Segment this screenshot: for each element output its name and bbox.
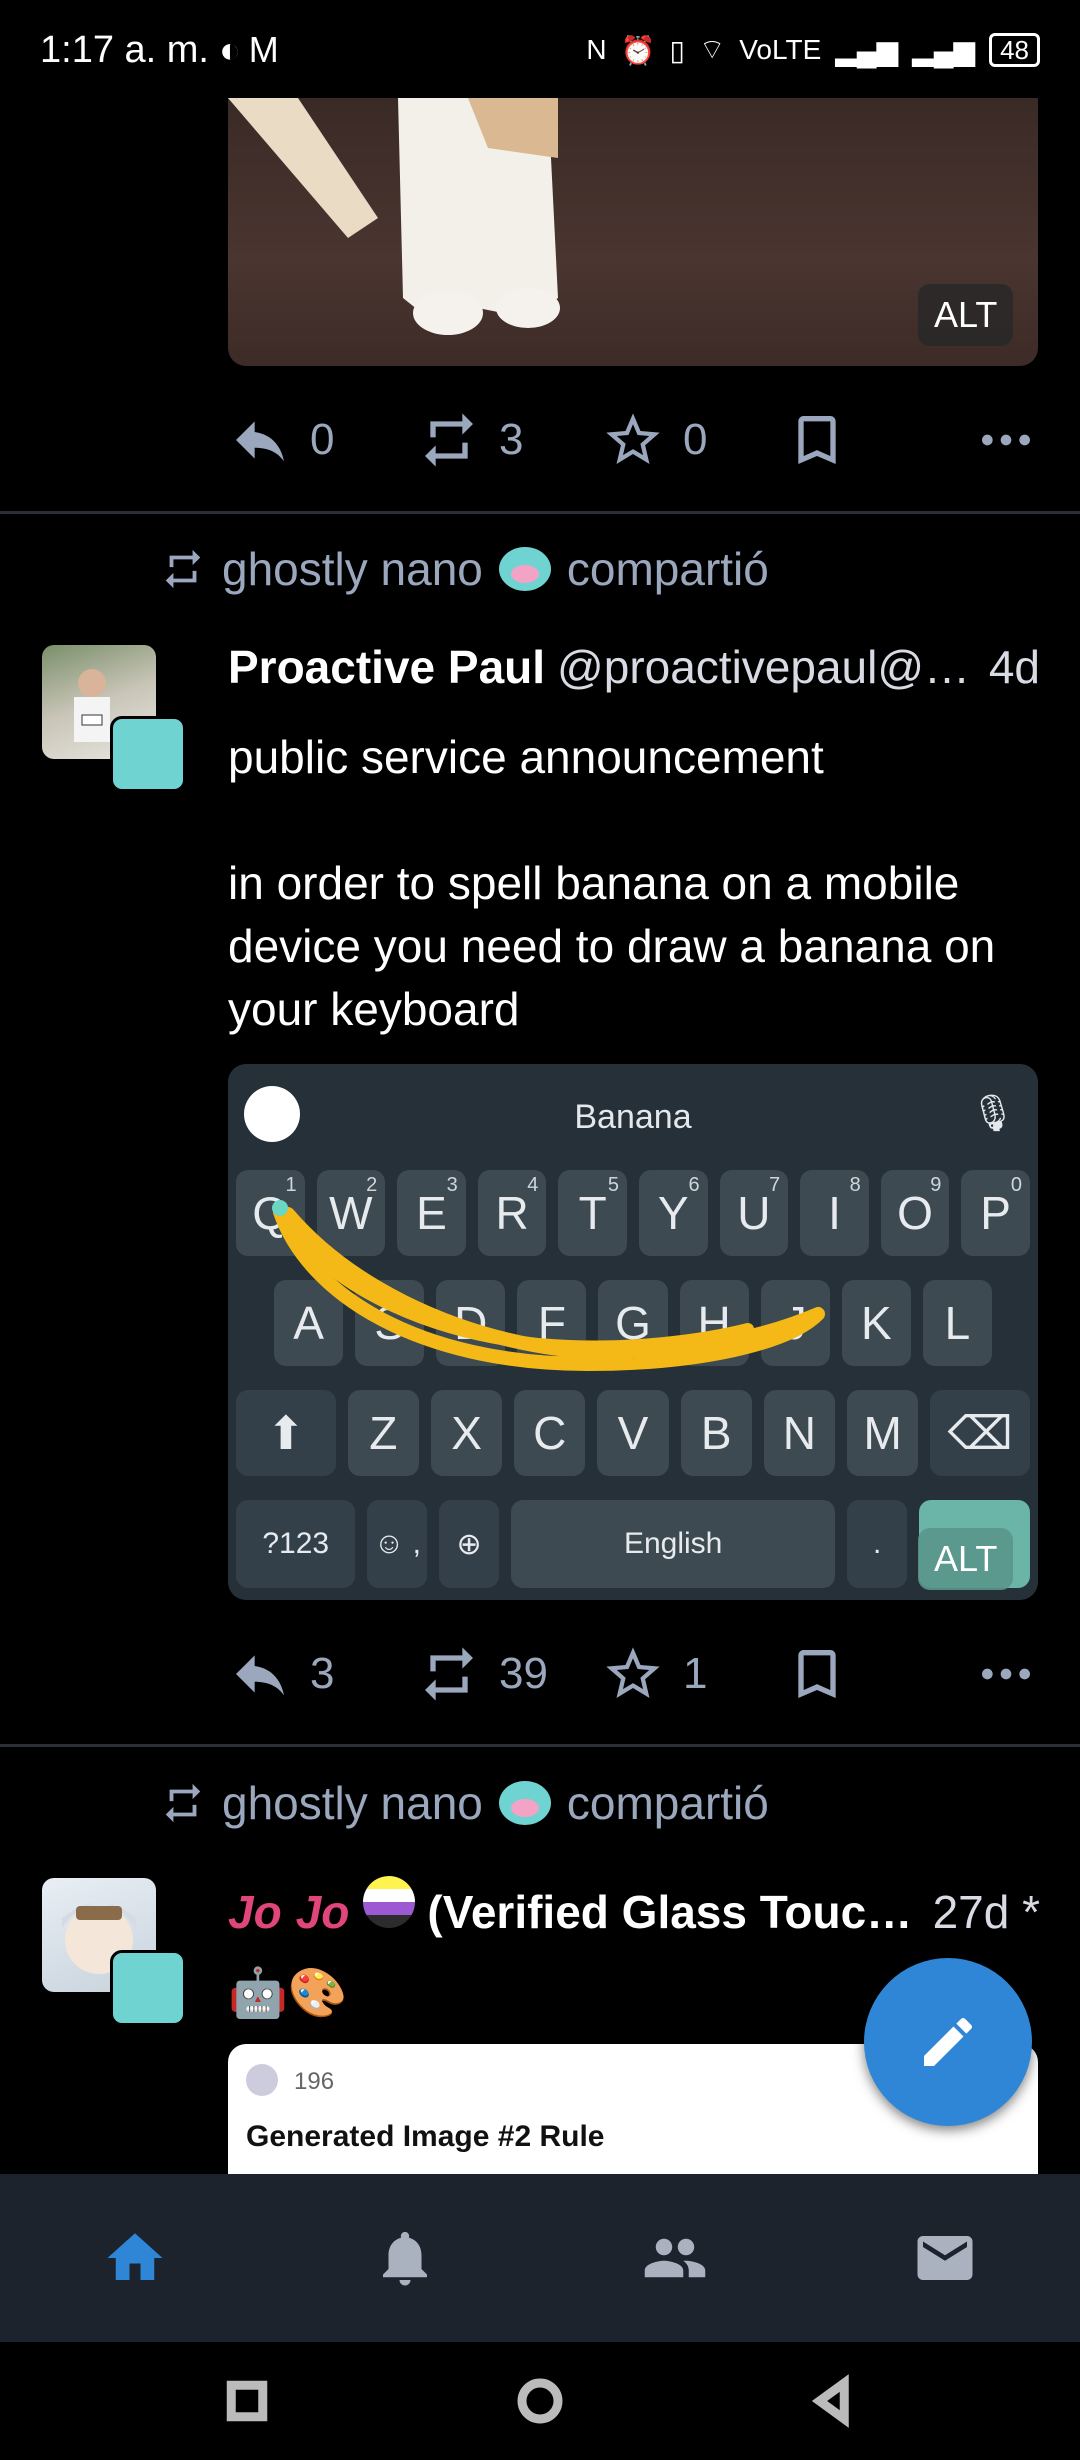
boost-attribution[interactable]: ghostly nano compartió xyxy=(160,542,769,596)
compose-button[interactable] xyxy=(864,1958,1032,2126)
timestamp[interactable]: 27d * xyxy=(933,1885,1040,1939)
favourite-button[interactable]: 1 xyxy=(601,1642,785,1706)
pencil-icon xyxy=(924,2017,973,2066)
account-handle[interactable]: @proactivepaul@… xyxy=(557,640,979,694)
bookmark-icon xyxy=(798,416,836,464)
booster-avatar[interactable] xyxy=(110,716,186,792)
alarm-icon: ⏰ xyxy=(620,34,656,66)
reply-count: 3 xyxy=(310,1649,335,1698)
nav-messages[interactable] xyxy=(810,2174,1080,2342)
mail-icon xyxy=(917,2236,973,2280)
more-button[interactable] xyxy=(974,1642,1038,1706)
card-title: Generated Image #2 Rule xyxy=(246,2120,605,2153)
nav-people[interactable] xyxy=(540,2174,810,2342)
display-name[interactable]: (Verified Glass Touc… xyxy=(427,1885,922,1939)
gmail-icon: M xyxy=(248,29,279,70)
alt-badge[interactable]: ALT xyxy=(918,284,1014,346)
wifi-icon: ⌔ xyxy=(698,33,726,65)
booster-avatar[interactable] xyxy=(110,1950,186,2026)
bottom-navigation xyxy=(0,2174,1080,2342)
home-circle-icon[interactable] xyxy=(513,2374,567,2428)
system-navigation xyxy=(0,2342,1080,2460)
card-icon xyxy=(246,2064,278,2096)
post-text-body: in order to spell banana on a mobile dev… xyxy=(228,857,996,1035)
custom-emoji-icon: Jo xyxy=(295,1886,350,1938)
custom-emoji-icon xyxy=(498,1781,551,1825)
post-text-line1: public service announcement xyxy=(228,731,824,783)
bell-icon xyxy=(383,2231,427,2286)
divider xyxy=(0,1744,1080,1747)
reply-icon xyxy=(236,421,284,462)
boost-icon xyxy=(424,1647,473,1701)
nonbinary-verified-icon xyxy=(363,1876,416,1928)
boost-button[interactable]: 3 xyxy=(417,408,601,472)
boost-count: 3 xyxy=(498,415,524,464)
boost-icon xyxy=(165,1783,201,1823)
reply-button[interactable]: 3 xyxy=(228,1642,417,1706)
boost-attribution[interactable]: ghostly nano compartió xyxy=(160,1776,769,1830)
battery-indicator: 48 xyxy=(989,33,1040,67)
post1-actions: 0 3 0 xyxy=(228,400,1038,480)
nfc-icon: N xyxy=(586,34,607,65)
banana-drawing xyxy=(272,1200,825,1371)
signal-icon: ▂▄▆ xyxy=(835,34,899,66)
bookmark-icon xyxy=(798,1650,836,1698)
booster-name: ghostly nano xyxy=(222,1777,483,1829)
bookmark-button[interactable] xyxy=(785,408,974,472)
boost-suffix: compartió xyxy=(566,1777,769,1829)
home-icon xyxy=(107,2233,163,2280)
more-button[interactable] xyxy=(974,408,1038,472)
custom-emoji-icon: Jo xyxy=(228,1886,282,1938)
divider xyxy=(0,511,1080,514)
people-icon xyxy=(644,2238,706,2278)
favourite-count: 1 xyxy=(683,1649,708,1698)
favourite-count: 0 xyxy=(683,415,708,464)
timestamp[interactable]: 4d xyxy=(989,640,1040,694)
post3-header: Jo Jo (Verified Glass Touc… 27d * xyxy=(228,1876,1040,1939)
bookmark-button[interactable] xyxy=(785,1642,974,1706)
boost-icon xyxy=(165,549,201,589)
reply-button[interactable]: 0 xyxy=(228,408,417,472)
boost-suffix: compartió xyxy=(566,543,769,595)
custom-emoji-icon xyxy=(498,547,551,591)
signal-icon-2: ▂▄▆ xyxy=(912,34,976,66)
star-icon xyxy=(606,413,660,464)
nav-home[interactable] xyxy=(0,2174,270,2342)
nav-notifications[interactable] xyxy=(270,2174,540,2342)
booster-name: ghostly nano xyxy=(222,543,483,595)
more-icon xyxy=(982,434,1030,446)
boost-button[interactable]: 39 xyxy=(417,1642,601,1706)
reply-icon xyxy=(236,1655,284,1696)
post2-header: Proactive Paul @proactivepaul@… 4d xyxy=(228,640,1040,694)
post2-actions: 3 39 1 xyxy=(228,1634,1038,1714)
status-bar: 1:17 a. m. ◐ M N ⏰ ▯ ⌔ VoLTE ▂▄▆ ▂▄▆ 48 xyxy=(0,0,1080,100)
card-count: 196 xyxy=(294,2068,335,2095)
post-image-cat[interactable]: ALT xyxy=(228,98,1038,366)
network-label: VoLTE xyxy=(739,34,822,65)
vibrate-icon: ▯ xyxy=(669,34,685,66)
more-icon xyxy=(982,1668,1030,1680)
alt-badge[interactable]: ALT xyxy=(918,1528,1014,1590)
status-time: 1:17 a. m. xyxy=(40,28,209,71)
display-name[interactable]: Proactive Paul xyxy=(228,640,545,694)
back-icon[interactable] xyxy=(806,2374,860,2428)
star-icon xyxy=(606,1647,660,1698)
favourite-button[interactable]: 0 xyxy=(601,408,785,472)
post-image-keyboard[interactable]: Banana 🎙 Q1W2E3R4T5Y6U7I8O9P0 ASDFGHJKL … xyxy=(228,1064,1038,1600)
boost-icon xyxy=(424,413,473,467)
recents-icon[interactable] xyxy=(220,2374,274,2428)
steam-icon: ◐ xyxy=(218,29,241,70)
reply-count: 0 xyxy=(310,415,335,464)
cat-illustration xyxy=(228,98,560,335)
boost-count: 39 xyxy=(498,1649,548,1698)
